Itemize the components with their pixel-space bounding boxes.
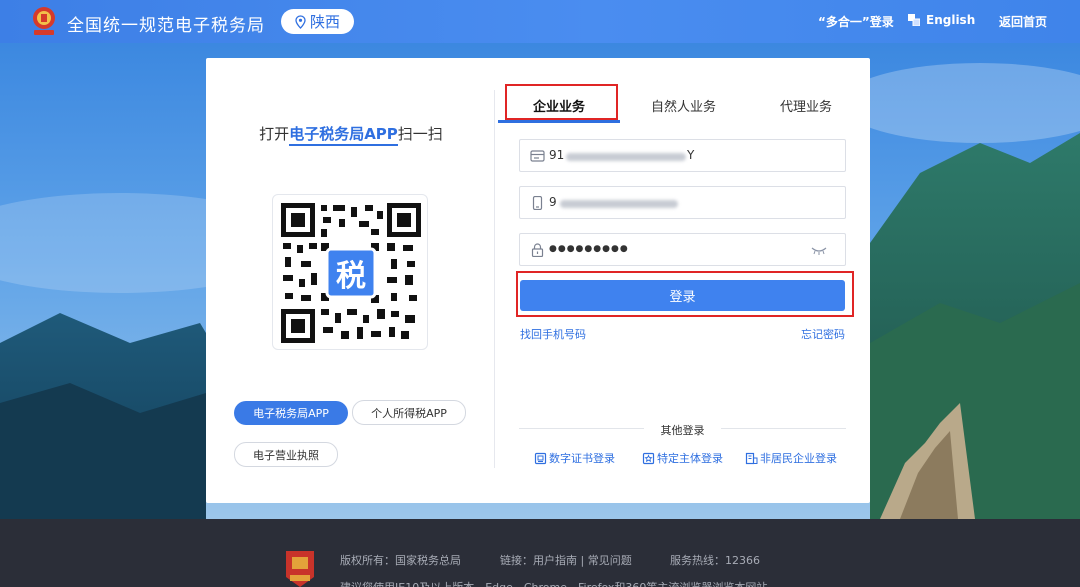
vertical-divider xyxy=(494,90,495,468)
footer-browser-note: 建议您使用IE10及以上版本、Edge、Chrome、Firefox和360等主… xyxy=(340,579,767,587)
location-pin-icon xyxy=(295,14,306,29)
region-label: 陕西 xyxy=(309,13,340,31)
login-card: 打开电子税务局APP扫一扫 税 电子税务局APP 个人所得税APP 电子营业执照… xyxy=(206,58,870,503)
qr-code-box: 税 xyxy=(272,194,428,350)
emblem-icon xyxy=(33,7,55,35)
qr-title-app: 电子税务局APP xyxy=(289,125,398,146)
phone-value: 9 xyxy=(549,195,557,209)
other-login-line-right xyxy=(721,428,846,429)
footer-copyright: 版权所有：国家税务总局 xyxy=(340,554,461,567)
login-option-label: 特定主体登录 xyxy=(657,452,723,465)
eye-closed-icon[interactable] xyxy=(811,246,827,255)
top-header: 全国统一规范电子税务局 陕西 “多合一”登录 English 返回首页 xyxy=(0,0,1080,43)
forgot-password-link[interactable]: 忘记密码 xyxy=(801,326,845,342)
login-option-certificate[interactable]: 数字证书登录 xyxy=(534,450,615,466)
other-login-title: 其他登录 xyxy=(660,424,705,437)
qr-title: 打开电子税务局APP扫一扫 xyxy=(246,123,456,146)
qr-logo-char: 税 xyxy=(336,259,366,294)
login-option-nonresident[interactable]: 非居民企业登录 xyxy=(745,450,837,466)
app-button-license[interactable]: 电子营业执照 xyxy=(234,442,338,467)
recover-phone-link[interactable]: 找回手机号码 xyxy=(520,326,586,342)
login-option-specific-entity[interactable]: 特定主体登录 xyxy=(642,450,723,466)
lock-icon xyxy=(531,243,544,257)
password-value: ●●●●●●●●● xyxy=(549,244,629,254)
tab-agent[interactable]: 代理业务 xyxy=(780,96,832,115)
tab-individual[interactable]: 自然人业务 xyxy=(651,96,716,115)
login-option-label: 数字证书登录 xyxy=(549,452,615,465)
tab-active-indicator xyxy=(498,120,620,123)
tax-id-tail: Y xyxy=(687,148,695,162)
qr-title-prefix: 打开 xyxy=(259,125,290,143)
redacted-phone xyxy=(560,200,678,208)
phone-field[interactable]: 9 xyxy=(519,186,846,219)
tab-enterprise[interactable]: 企业业务 xyxy=(533,96,585,115)
certificate-icon xyxy=(534,452,547,464)
language-icon xyxy=(908,14,920,26)
login-button[interactable]: 登录 xyxy=(520,280,845,311)
phone-icon xyxy=(532,196,543,210)
enterprise-icon xyxy=(745,452,758,464)
app-button-iit[interactable]: 个人所得税APP xyxy=(352,400,466,425)
app-button-etax[interactable]: 电子税务局APP xyxy=(234,401,348,425)
footer-links[interactable]: 链接：用户指南 | 常见问题 xyxy=(500,552,632,568)
login-option-label: 非居民企业登录 xyxy=(760,452,837,465)
customs-emblem-icon xyxy=(286,551,314,587)
site-title: 全国统一规范电子税务局 xyxy=(67,16,265,36)
footer-hotline: 服务热线：12366 xyxy=(670,554,760,567)
language-switch[interactable]: English xyxy=(926,13,975,27)
multi-login-link[interactable]: “多合一”登录 xyxy=(818,13,894,30)
home-link[interactable]: 返回首页 xyxy=(999,13,1047,30)
tax-id-field[interactable]: 91 Y xyxy=(519,139,846,172)
id-card-icon xyxy=(530,150,545,162)
redacted-tax-id xyxy=(566,153,686,161)
qr-title-suffix: 扫一扫 xyxy=(397,125,443,143)
badge-icon xyxy=(642,452,655,464)
password-field[interactable]: ●●●●●●●●● xyxy=(519,233,846,266)
region-selector[interactable]: 陕西 xyxy=(281,9,354,34)
footer: 版权所有：国家税务总局 链接：用户指南 | 常见问题 服务热线：12366 建议… xyxy=(0,519,1080,587)
tax-id-value: 91 xyxy=(549,148,565,162)
